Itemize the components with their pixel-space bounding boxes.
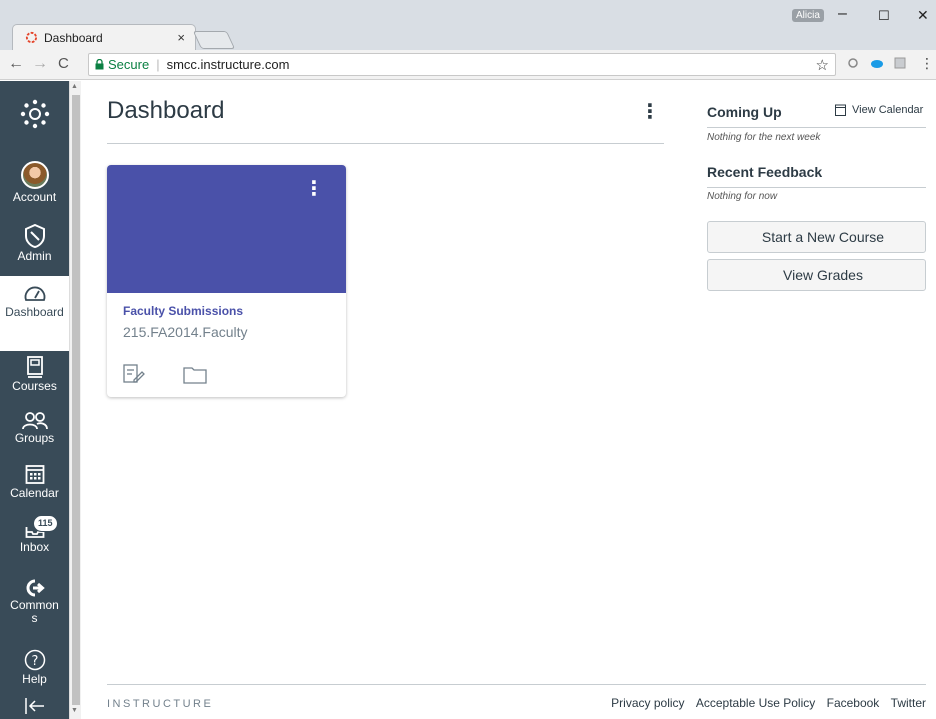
view-calendar-label: View Calendar — [852, 104, 924, 116]
scrollbar-thumb[interactable] — [72, 95, 80, 705]
minimize-icon[interactable]: – — [838, 5, 847, 23]
browser-titlebar: Dashboard × Alicia – ☐ ✕ — [0, 0, 936, 50]
back-icon[interactable]: ← — [8, 55, 24, 73]
footer-link-twitter[interactable]: Twitter — [891, 696, 926, 710]
help-icon: ? — [24, 649, 45, 671]
nav-label-admin: Admin — [17, 249, 52, 263]
course-card-actions — [123, 364, 208, 389]
forward-icon[interactable]: → — [32, 55, 48, 73]
new-tab-button[interactable] — [192, 31, 236, 49]
speedometer-icon — [24, 286, 45, 301]
assignments-icon[interactable] — [123, 364, 145, 384]
browser-toolbar: ← → C Secure | smcc.instructure.com ☆ ⋮ — [0, 50, 936, 80]
address-separator: | — [156, 57, 160, 72]
nav-item-courses[interactable]: Courses — [0, 356, 69, 393]
nav-item-account[interactable]: Account — [0, 161, 69, 204]
address-bar[interactable]: Secure | smcc.instructure.com ☆ — [88, 53, 836, 76]
global-nav: Account Admin Dashboard Courses Groups C… — [0, 81, 69, 719]
extension-circle-icon[interactable] — [848, 57, 858, 71]
recent-feedback-empty: Nothing for now — [707, 191, 778, 202]
browser-menu-icon[interactable]: ⋮ — [920, 55, 934, 72]
instructure-logo[interactable]: INSTRUCTURE — [107, 698, 213, 710]
nav-item-inbox[interactable]: 115 Inbox — [0, 515, 69, 554]
reload-icon[interactable]: C — [58, 55, 69, 72]
view-grades-button[interactable]: View Grades — [707, 259, 926, 291]
svg-text:?: ? — [31, 654, 38, 669]
close-window-icon[interactable]: ✕ — [917, 7, 929, 24]
nav-label-dashboard: Dashboard — [5, 305, 64, 319]
secure-label: Secure — [108, 57, 150, 72]
calendar-small-icon — [835, 104, 846, 116]
footer-link-facebook[interactable]: Facebook — [827, 696, 880, 710]
collapse-nav-button[interactable] — [0, 696, 69, 718]
calendar-icon — [25, 465, 44, 484]
nav-scrollbar[interactable]: ▲ ▼ — [69, 81, 81, 719]
maximize-icon[interactable]: ☐ — [878, 8, 890, 24]
avatar — [20, 161, 49, 189]
dashboard-options-icon[interactable]: ⋮ — [640, 102, 660, 122]
profile-button[interactable]: Alicia — [792, 9, 824, 22]
scroll-up-icon[interactable]: ▲ — [71, 83, 78, 90]
commons-icon — [26, 579, 45, 597]
nav-item-admin[interactable]: Admin — [0, 224, 69, 263]
extension-puzzle-icon[interactable] — [894, 57, 906, 72]
nav-item-calendar[interactable]: Calendar — [0, 463, 69, 500]
start-new-course-button[interactable]: Start a New Course — [707, 221, 926, 253]
canvas-favicon-icon — [25, 31, 38, 44]
course-card[interactable]: ⋮ Faculty Submissions 215.FA2014.Faculty — [107, 165, 346, 397]
collapse-arrow-icon — [24, 698, 44, 714]
footer-divider — [107, 684, 926, 685]
tab-close-icon[interactable]: × — [177, 30, 185, 45]
course-card-hero[interactable]: ⋮ — [107, 165, 346, 293]
canvas-logo[interactable] — [0, 99, 69, 131]
nav-item-help[interactable]: ? Help — [0, 649, 69, 686]
coming-up-divider — [707, 127, 926, 128]
extension-cloud-icon[interactable] — [870, 57, 884, 71]
nav-item-commons[interactable]: Commons — [0, 579, 69, 625]
coming-up-heading: Coming Up — [707, 104, 782, 120]
footer-links: Privacy policy Acceptable Use Policy Fac… — [603, 696, 926, 710]
nav-item-dashboard[interactable]: Dashboard — [0, 276, 69, 351]
footer-link-acceptable-use[interactable]: Acceptable Use Policy — [696, 696, 815, 710]
title-divider — [107, 143, 664, 144]
nav-label-courses: Courses — [12, 379, 57, 393]
course-card-name[interactable]: Faculty Submissions — [123, 304, 243, 318]
browser-tab[interactable]: Dashboard × — [12, 24, 196, 50]
footer-link-privacy[interactable]: Privacy policy — [611, 696, 684, 710]
coming-up-empty: Nothing for the next week — [707, 132, 821, 143]
nav-label-help: Help — [22, 672, 47, 686]
users-icon — [21, 412, 48, 430]
recent-feedback-heading: Recent Feedback — [707, 164, 823, 180]
view-calendar-link[interactable]: View Calendar — [835, 104, 923, 116]
nav-label-inbox: Inbox — [19, 540, 50, 554]
nav-label-commons: Commons — [10, 598, 59, 625]
course-card-code: 215.FA2014.Faculty — [123, 324, 248, 340]
url-text: smcc.instructure.com — [166, 57, 290, 72]
nav-label-calendar: Calendar — [10, 486, 59, 500]
shield-icon — [24, 224, 45, 248]
canvas-logo-icon — [20, 99, 49, 129]
nav-label-account: Account — [12, 190, 57, 204]
bookmark-star-icon[interactable]: ☆ — [816, 56, 829, 74]
book-icon — [26, 356, 43, 378]
scroll-down-icon[interactable]: ▼ — [71, 707, 78, 714]
inbox-badge: 115 — [33, 515, 58, 532]
nav-label-groups: Groups — [14, 431, 55, 445]
nav-item-groups[interactable]: Groups — [0, 412, 69, 445]
card-options-icon[interactable]: ⋮ — [304, 179, 324, 199]
tab-title: Dashboard — [44, 30, 103, 45]
files-folder-icon[interactable] — [183, 366, 208, 384]
page-title: Dashboard — [107, 97, 225, 124]
lock-icon — [95, 59, 104, 70]
recent-feedback-divider — [707, 187, 926, 188]
